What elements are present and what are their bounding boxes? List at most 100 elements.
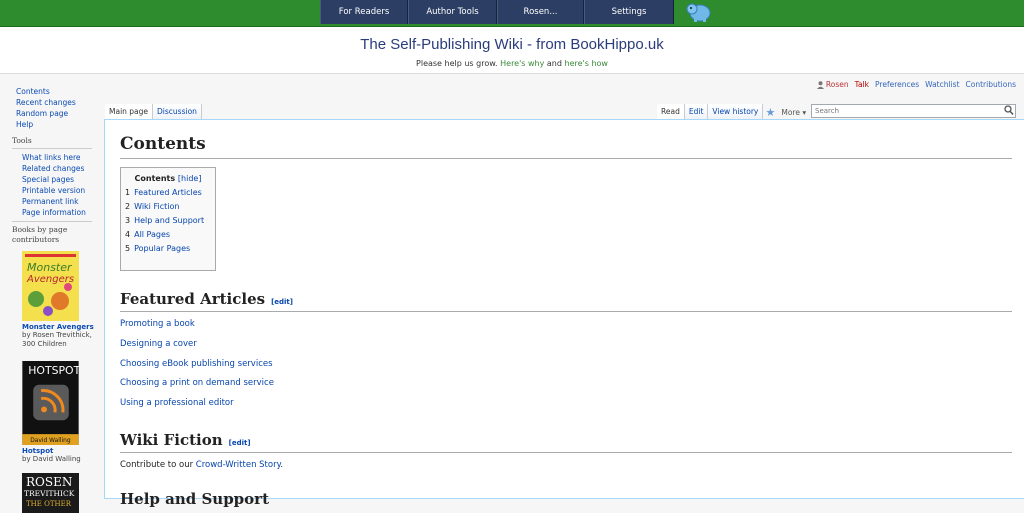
more-menu[interactable]: More ▾ — [781, 108, 806, 117]
article-link[interactable]: Promoting a book — [120, 319, 195, 329]
toc-num: 3 — [125, 216, 131, 225]
sidebar-navigation: Contents Recent changes Random page Help — [0, 82, 104, 130]
tools-list: What links here Related changes Special … — [0, 152, 104, 218]
book-author: by David Walling — [22, 455, 81, 463]
content-area: Contents Contents [hide] 1 Featured Artic… — [104, 119, 1024, 508]
sidebar-item-printable-version[interactable]: Printable version — [0, 185, 104, 196]
title-divider — [120, 158, 1012, 159]
crowd-written-story-link[interactable]: Crowd-Written Story — [196, 460, 281, 470]
toc-item[interactable]: 3 Help and Support — [125, 216, 215, 225]
edit-featured-link[interactable]: [edit] — [271, 298, 293, 306]
fiction-heading-text: Wiki Fiction — [120, 431, 223, 449]
sidebar-item-contents[interactable]: Contents — [0, 86, 104, 97]
site-title: The Self-Publishing Wiki - from BookHipp… — [360, 36, 664, 53]
book-hotspot: HOTSPOT David Walling Hotspot by David W… — [22, 361, 102, 464]
help-and: and — [546, 59, 562, 68]
tab-main-page[interactable]: Main page — [105, 104, 154, 120]
books-heading: Books by page contributors — [12, 221, 92, 245]
toc-item[interactable]: 5 Popular Pages — [125, 244, 215, 253]
sidebar-item-special-pages[interactable]: Special pages — [0, 174, 104, 185]
dropdown-arrow-icon: ▾ — [802, 107, 807, 117]
user-name: Rosen — [825, 80, 849, 89]
featured-heading-text: Featured Articles — [120, 290, 266, 308]
book-author: by Rosen Trevithick, 300 Children — [22, 331, 92, 348]
tools-heading: Tools — [12, 136, 92, 149]
svg-text:THE OTHER: THE OTHER — [26, 500, 72, 508]
nav-for-readers[interactable]: For Readers — [320, 0, 408, 24]
toc-header: Contents [hide] — [121, 174, 215, 183]
help-line: Please help us grow. Here's why and here… — [0, 59, 1024, 68]
hotspot-cover[interactable]: HOTSPOT David Walling — [22, 361, 79, 445]
tab-view-history[interactable]: View history — [708, 104, 764, 120]
hippo-logo-icon[interactable] — [686, 1, 712, 23]
svg-text:HOTSPOT: HOTSPOT — [28, 364, 79, 377]
preferences-link[interactable]: Preferences — [875, 80, 919, 89]
nav-settings[interactable]: Settings — [584, 0, 674, 24]
sidebar-item-help[interactable]: Help — [0, 119, 104, 130]
page-title: Contents — [120, 134, 206, 154]
section-divider — [120, 311, 1012, 312]
watch-star-icon[interactable]: ★ — [763, 106, 777, 119]
contributions-link[interactable]: Contributions — [966, 80, 1016, 89]
heres-why-link[interactable]: Here's why — [500, 59, 544, 68]
user-link[interactable]: Rosen — [816, 80, 849, 89]
site-header: The Self-Publishing Wiki - from BookHipp… — [0, 27, 1024, 74]
sidebar-item-recent-changes[interactable]: Recent changes — [0, 97, 104, 108]
book-monster-avengers: Monster Avengers Monster Avengers by Ros… — [22, 251, 102, 349]
toc-item[interactable]: 1 Featured Articles — [125, 188, 215, 197]
rosen-cover[interactable]: ROSEN TREVITHICK THE OTHER — [22, 473, 79, 513]
sidebar-item-page-information[interactable]: Page information — [0, 207, 104, 218]
toc-label: Wiki Fiction — [134, 202, 180, 211]
article-link[interactable]: Designing a cover — [120, 339, 197, 349]
search-input[interactable] — [811, 104, 1016, 118]
svg-text:ROSEN: ROSEN — [26, 475, 72, 489]
tab-read[interactable]: Read — [657, 104, 685, 120]
tab-discussion[interactable]: Discussion — [153, 104, 202, 120]
article-link[interactable]: Using a professional editor — [120, 398, 234, 408]
tab-edit[interactable]: Edit — [684, 104, 709, 120]
view-tabs: Read Edit View history ★ More ▾ — [657, 104, 806, 120]
toc-label: Popular Pages — [134, 244, 191, 253]
search-icon[interactable] — [1004, 105, 1014, 116]
svg-text:David Walling: David Walling — [30, 438, 71, 444]
talk-link[interactable]: Talk — [855, 80, 869, 89]
wiki-fiction-heading: Wiki Fiction [edit] — [120, 431, 251, 449]
sidebar-item-permanent-link[interactable]: Permanent link — [0, 196, 104, 207]
help-support-heading: Help and Support — [120, 490, 270, 508]
article-link[interactable]: Choosing a print on demand service — [120, 378, 274, 388]
svg-text:Monster: Monster — [27, 261, 73, 274]
article-link[interactable]: Choosing eBook publishing services — [120, 359, 273, 369]
nav-author-tools[interactable]: Author Tools — [408, 0, 497, 24]
more-label: More — [781, 107, 800, 117]
toc-label: Featured Articles — [134, 188, 202, 197]
sidebar-item-what-links-here[interactable]: What links here — [0, 152, 104, 163]
top-nav: For Readers Author Tools Rosen... Settin… — [320, 0, 674, 24]
book-rosen: ROSEN TREVITHICK THE OTHER — [22, 473, 102, 513]
toc-num: 4 — [125, 230, 131, 239]
fiction-paragraph: Contribute to our Crowd-Written Story. — [120, 460, 283, 470]
monster-avengers-cover[interactable]: Monster Avengers — [22, 251, 79, 321]
toc-title: Contents — [134, 174, 176, 183]
section-divider — [120, 452, 1012, 453]
svg-text:TREVITHICK: TREVITHICK — [24, 489, 75, 498]
toc-label: Help and Support — [134, 216, 205, 225]
sidebar-item-random-page[interactable]: Random page — [0, 108, 104, 119]
help-prefix: Please help us grow. — [416, 59, 498, 68]
toc-item[interactable]: 2 Wiki Fiction — [125, 202, 215, 211]
book-title[interactable]: Monster Avengers — [22, 323, 102, 331]
toc-num: 5 — [125, 244, 131, 253]
toc-label: All Pages — [134, 230, 171, 239]
nav-user[interactable]: Rosen... — [497, 0, 584, 24]
table-of-contents: Contents [hide] 1 Featured Articles 2 Wiki… — [120, 167, 216, 271]
page-tabs: Main page Discussion — [105, 104, 202, 120]
toc-hide-link[interactable]: [hide] — [178, 174, 202, 183]
watchlist-link[interactable]: Watchlist — [925, 80, 959, 89]
book-title[interactable]: Hotspot — [22, 447, 102, 455]
toc-num: 1 — [125, 188, 131, 197]
sidebar-item-related-changes[interactable]: Related changes — [0, 163, 104, 174]
featured-articles-heading: Featured Articles [edit] — [120, 290, 293, 308]
edit-fiction-link[interactable]: [edit] — [229, 439, 251, 447]
toc-item[interactable]: 4 All Pages — [125, 230, 215, 239]
heres-how-link[interactable]: here's how — [565, 59, 608, 68]
personal-tools: Rosen Talk Preferences Watchlist Contrib… — [816, 80, 1016, 89]
